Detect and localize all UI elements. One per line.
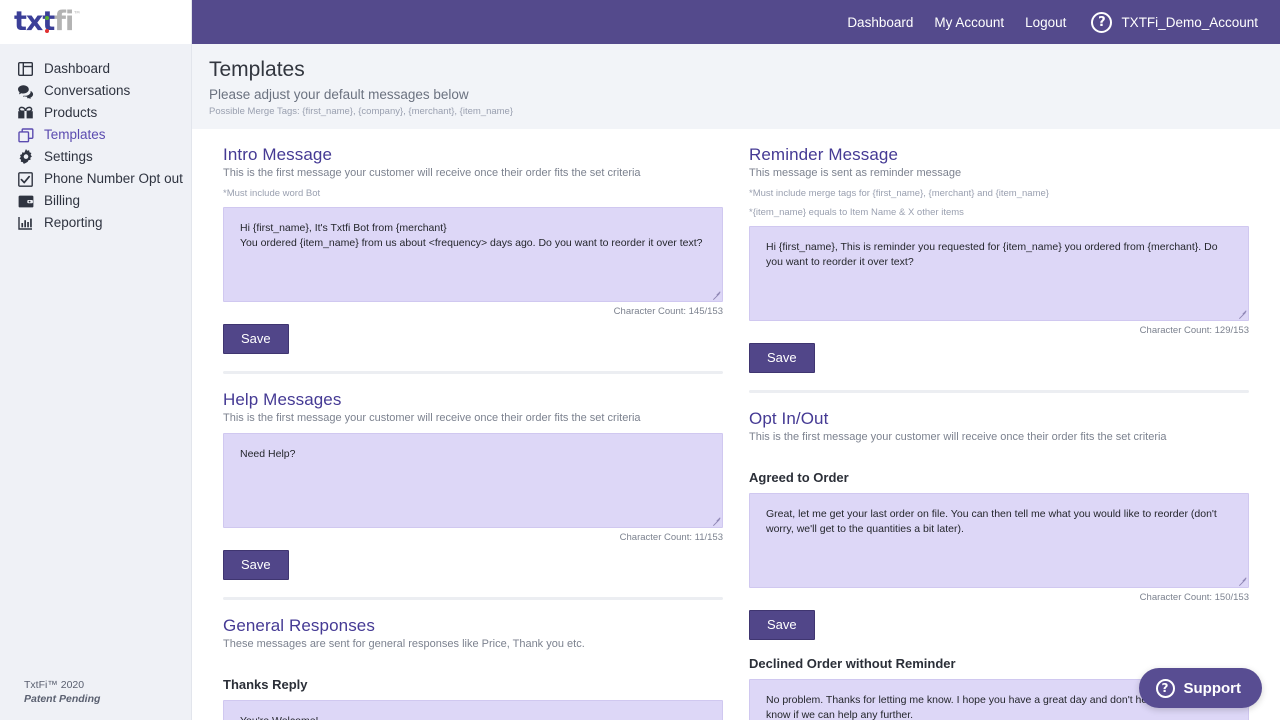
reminder-message-section: Reminder Message This message is sent as…	[749, 145, 1249, 373]
top-navigation-bar: Dashboard My Account Logout ? TXTFi_Demo…	[192, 0, 1280, 44]
account-name[interactable]: TXTFi_Demo_Account	[1121, 15, 1258, 30]
section-divider	[223, 371, 723, 374]
section-subtitle: This message is sent as reminder message	[749, 167, 962, 179]
logo-part-fi: fi	[54, 6, 74, 37]
merge-tags-hint: Possible Merge Tags: {first_name}, {comp…	[209, 106, 513, 117]
page-subtitle: Please adjust your default messages belo…	[209, 87, 469, 102]
conversations-icon	[17, 83, 34, 100]
reminder-hint-1: *Must include merge tags for {first_name…	[749, 188, 1049, 199]
main-content: Intro Message This is the first message …	[192, 129, 1280, 720]
right-column: Reminder Message This message is sent as…	[749, 145, 1249, 720]
thanks-textarea-wrap	[223, 700, 723, 720]
thanks-reply-textarea[interactable]	[223, 700, 723, 720]
section-divider	[223, 597, 723, 600]
support-help-icon: ?	[1155, 678, 1175, 698]
help-message-textarea[interactable]	[223, 433, 723, 528]
logo-tm: ™	[73, 10, 81, 19]
help-messages-section: Help Messages This is the first message …	[223, 390, 723, 580]
logo[interactable]: txtfi™	[0, 0, 191, 44]
logo-dot-green	[45, 16, 49, 20]
intro-message-textarea[interactable]	[223, 207, 723, 302]
intro-textarea-wrap	[223, 207, 723, 302]
topnav-my-account[interactable]: My Account	[934, 15, 1004, 30]
reminder-hint-2: *{item_name} equals to Item Name & X oth…	[749, 207, 964, 218]
section-title: Intro Message	[223, 145, 333, 164]
logo-text: txtfi™	[14, 6, 81, 37]
support-label: Support	[1183, 679, 1242, 697]
sidebar-item-label: Settings	[44, 149, 93, 165]
section-subtitle: This is the first message your customer …	[223, 412, 641, 424]
topnav-dashboard[interactable]: Dashboard	[847, 15, 913, 30]
section-title: General Responses	[223, 616, 375, 635]
agreed-textarea-wrap	[749, 493, 1249, 588]
sidebar-item-label: Dashboard	[44, 61, 111, 77]
account-group: ? TXTFi_Demo_Account	[1091, 11, 1258, 33]
wallet-icon	[17, 193, 34, 210]
sidebar-item-dashboard[interactable]: Dashboard	[0, 58, 191, 80]
sidebar: txtfi™ Dashboard Conversations Products	[0, 0, 192, 720]
reminder-save-button[interactable]: Save	[749, 343, 815, 373]
footer-patent: Patent Pending	[24, 692, 101, 705]
dashboard-icon	[17, 61, 34, 78]
agreed-character-count: Character Count: 150/153	[1139, 592, 1249, 603]
gear-icon	[17, 149, 34, 166]
agreed-save-button[interactable]: Save	[749, 610, 815, 640]
sidebar-item-billing[interactable]: Billing	[0, 190, 191, 212]
checkbox-icon	[17, 171, 34, 188]
sidebar-footer: TxtFi™ 2020 Patent Pending	[24, 678, 100, 706]
intro-hint: *Must include word Bot	[223, 188, 321, 199]
sidebar-item-settings[interactable]: Settings	[0, 146, 191, 168]
templates-icon	[17, 127, 34, 144]
intro-message-section: Intro Message This is the first message …	[223, 145, 723, 354]
intro-save-button[interactable]: Save	[223, 324, 289, 354]
products-icon	[17, 105, 34, 122]
sidebar-item-phone-number-opt-out[interactable]: Phone Number Opt out	[0, 168, 191, 190]
general-responses-section: General Responses These messages are sen…	[223, 616, 723, 720]
section-subtitle: This is the first message your customer …	[749, 431, 1167, 443]
agreed-to-order-textarea[interactable]	[749, 493, 1249, 588]
section-title: Help Messages	[223, 390, 342, 409]
thanks-reply-label: Thanks Reply	[223, 677, 308, 692]
topnav-logout[interactable]: Logout	[1025, 15, 1066, 30]
agreed-to-order-label: Agreed to Order	[749, 470, 849, 485]
section-title: Opt In/Out	[749, 409, 829, 428]
sidebar-item-conversations[interactable]: Conversations	[0, 80, 191, 102]
logo-part-x: x	[25, 6, 43, 37]
section-subtitle: These messages are sent for general resp…	[223, 638, 585, 650]
reminder-textarea-wrap	[749, 226, 1249, 321]
sidebar-item-label: Templates	[44, 127, 106, 143]
help-character-count: Character Count: 11/153	[619, 532, 723, 543]
left-column: Intro Message This is the first message …	[223, 145, 723, 720]
help-textarea-wrap	[223, 433, 723, 528]
sidebar-item-label: Products	[44, 105, 98, 121]
sidebar-item-products[interactable]: Products	[0, 102, 191, 124]
logo-dot-red	[45, 29, 49, 33]
sidebar-item-label: Reporting	[44, 215, 103, 231]
intro-character-count: Character Count: 145/153	[613, 306, 723, 317]
sidebar-item-label: Phone Number Opt out	[44, 171, 183, 187]
page-title: Templates	[209, 58, 305, 81]
page-header: Templates Please adjust your default mes…	[192, 44, 1280, 129]
support-button[interactable]: ? Support	[1138, 668, 1262, 708]
sidebar-item-reporting[interactable]: Reporting	[0, 212, 191, 234]
sidebar-item-label: Conversations	[44, 83, 131, 99]
sidebar-item-templates[interactable]: Templates	[0, 124, 191, 146]
logo-part-t1: t	[14, 6, 27, 37]
help-save-button[interactable]: Save	[223, 550, 289, 580]
section-title: Reminder Message	[749, 145, 898, 164]
help-icon[interactable]: ?	[1091, 11, 1113, 33]
sidebar-item-label: Billing	[44, 193, 81, 209]
sidebar-nav: Dashboard Conversations Products Templat…	[0, 44, 191, 234]
section-subtitle: This is the first message your customer …	[223, 167, 641, 179]
reminder-message-textarea[interactable]	[749, 226, 1249, 321]
section-divider	[749, 390, 1249, 393]
footer-copyright: TxtFi™ 2020	[24, 678, 85, 691]
bar-chart-icon	[17, 215, 34, 232]
reminder-character-count: Character Count: 129/153	[1139, 325, 1249, 336]
